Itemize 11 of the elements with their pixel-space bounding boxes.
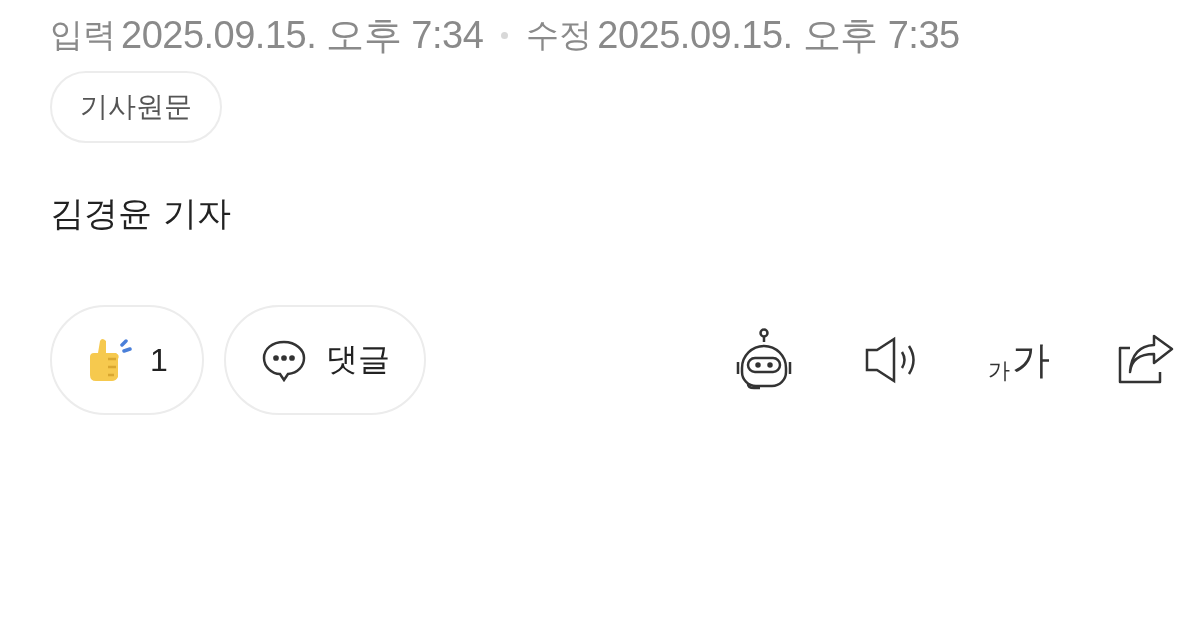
edit-time: 2025.09.15. 오후 7:35	[597, 13, 960, 58]
edit-label: 수정	[526, 14, 592, 56]
input-label: 입력	[50, 14, 115, 56]
comment-button[interactable]: 댓글	[223, 305, 426, 415]
like-button[interactable]: 1	[50, 305, 204, 415]
separator-dot-icon	[501, 32, 509, 39]
share-icon	[1116, 334, 1176, 386]
input-time: 2025.09.15. 오후 7:34	[121, 13, 484, 58]
share-button[interactable]	[1116, 334, 1176, 386]
reporter-name: 김경윤 기자	[50, 192, 232, 235]
source-button[interactable]: 기사원문	[50, 71, 222, 143]
